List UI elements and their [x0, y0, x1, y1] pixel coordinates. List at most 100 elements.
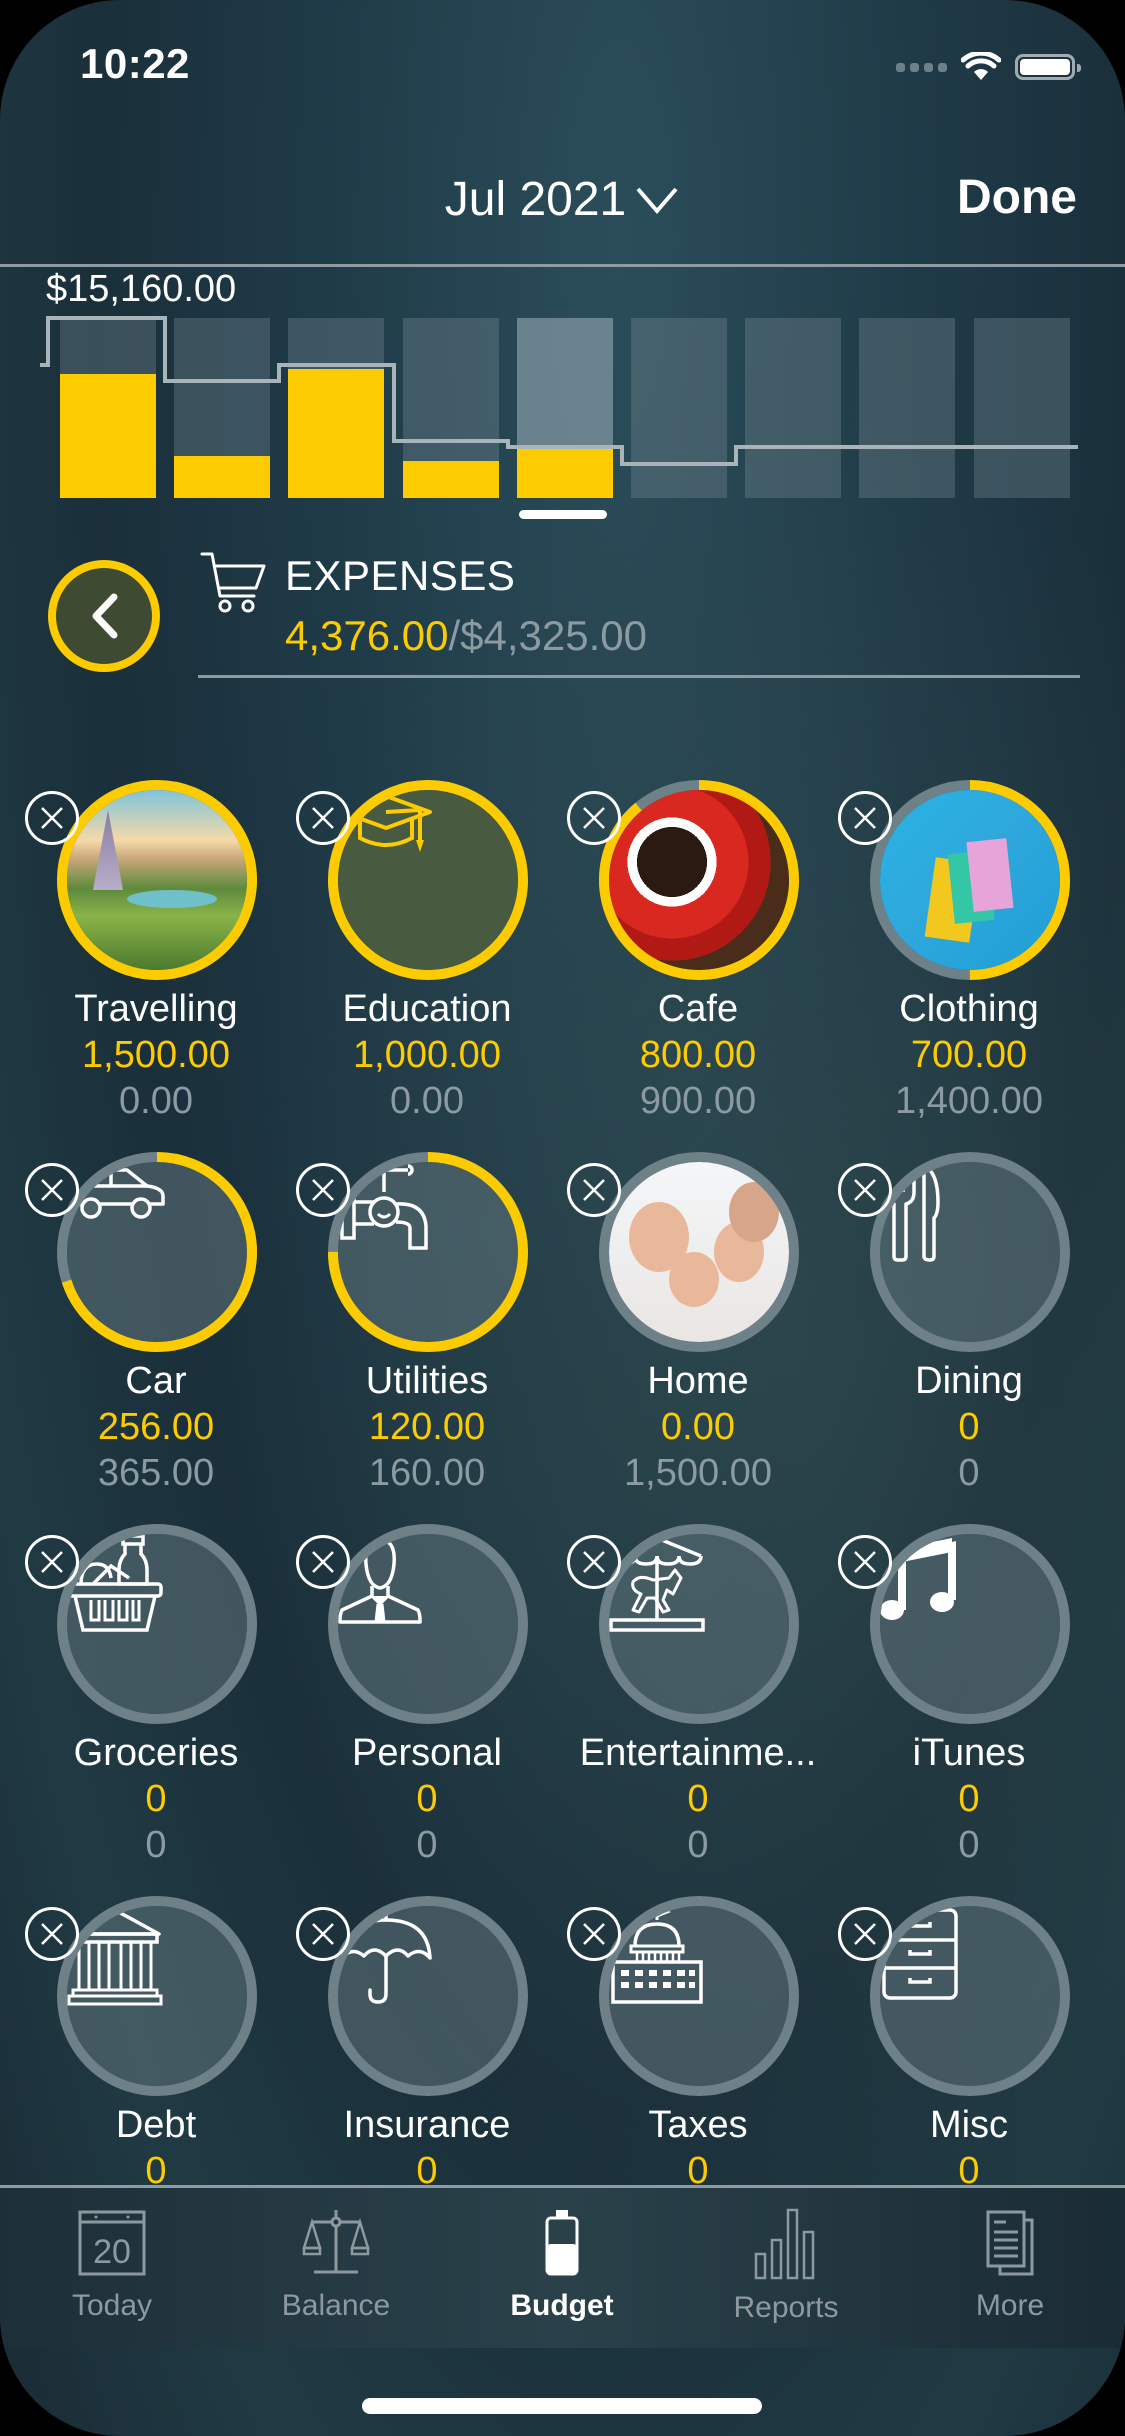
- budget-category-item[interactable]: Groceries 0 0: [0, 1524, 272, 1896]
- chart-bar-spent: [288, 369, 385, 498]
- home-indicator[interactable]: [362, 2398, 762, 2414]
- category-name: Education: [342, 988, 512, 1030]
- close-icon: [312, 1551, 334, 1573]
- close-icon: [854, 807, 876, 829]
- delete-button[interactable]: [567, 1163, 621, 1217]
- budget-category-item[interactable]: Utilities 120.00 160.00: [271, 1152, 543, 1524]
- budget-step-start: [40, 362, 50, 367]
- back-button[interactable]: [48, 560, 160, 672]
- category-icon-circle: [67, 1162, 247, 1342]
- progress-ring[interactable]: [599, 1524, 799, 1724]
- budget-step-segment: [48, 316, 166, 320]
- delete-button[interactable]: [838, 1163, 892, 1217]
- category-budget-value: 0: [416, 1824, 438, 1866]
- progress-ring[interactable]: [599, 1152, 799, 1352]
- progress-ring[interactable]: [57, 1524, 257, 1724]
- budget-category-item[interactable]: Debt 0: [0, 1896, 272, 2185]
- budget-category-item[interactable]: Taxes 0: [542, 1896, 814, 2185]
- delete-button[interactable]: [296, 1535, 350, 1589]
- budget-category-item[interactable]: Cafe 800.00 900.00: [542, 780, 814, 1152]
- done-button[interactable]: Done: [957, 170, 1077, 225]
- budget-step-segment: [393, 439, 508, 443]
- category-spent-value: 0: [145, 1778, 167, 1820]
- app-screen: 10:22 Jul 2021 Done $15,160.00 EXPENSES …: [0, 0, 1125, 2436]
- delete-button[interactable]: [567, 1535, 621, 1589]
- category-name: Travelling: [74, 988, 238, 1030]
- scale-icon: [302, 2210, 370, 2274]
- budget-category-item[interactable]: Home 0.00 1,500.00: [542, 1152, 814, 1524]
- category-budget-value: 0.00: [119, 1080, 193, 1122]
- delete-button[interactable]: [25, 1535, 79, 1589]
- budget-category-item[interactable]: Car 256.00 365.00: [0, 1152, 272, 1524]
- cart-icon: [200, 552, 266, 613]
- budget-category-item[interactable]: Travelling 1,500.00 0.00: [0, 780, 272, 1152]
- progress-ring[interactable]: [328, 780, 528, 980]
- chart-bar-track[interactable]: [631, 318, 727, 498]
- tab-more[interactable]: More: [930, 2208, 1090, 2323]
- budget-category-item[interactable]: Personal 0 0: [271, 1524, 543, 1896]
- category-divider: [198, 675, 1080, 678]
- progress-ring[interactable]: [57, 1152, 257, 1352]
- delete-button[interactable]: [25, 1163, 79, 1217]
- delete-button[interactable]: [567, 1907, 621, 1961]
- progress-ring[interactable]: [870, 1152, 1070, 1352]
- budget-history-chart[interactable]: [0, 300, 1125, 530]
- budget-category-item[interactable]: Clothing 700.00 1,400.00: [813, 780, 1085, 1152]
- category-name: Taxes: [648, 2104, 748, 2146]
- category-name: Debt: [115, 2104, 197, 2146]
- delete-button[interactable]: [25, 791, 79, 845]
- budget-step-riser: [391, 362, 396, 443]
- tab-reports[interactable]: Reports: [706, 2208, 866, 2325]
- progress-ring[interactable]: [328, 1524, 528, 1724]
- cellular-signal-icon: [896, 62, 947, 72]
- category-budget-value: 0: [958, 1452, 980, 1494]
- delete-button[interactable]: [296, 1163, 350, 1217]
- category-icon-circle: [609, 1162, 789, 1342]
- budget-category-item[interactable]: Insurance 0: [271, 1896, 543, 2185]
- delete-button[interactable]: [567, 791, 621, 845]
- budget-category-item[interactable]: Dining 0 0: [813, 1152, 1085, 1524]
- chart-bar-track[interactable]: [973, 318, 1070, 498]
- tab-label: Reports: [733, 2291, 839, 2324]
- budget-category-item[interactable]: Education 1,000.00 0.00: [271, 780, 543, 1152]
- delete-button[interactable]: [296, 791, 350, 845]
- tab-balance[interactable]: Balance: [256, 2208, 416, 2323]
- delete-button[interactable]: [838, 1907, 892, 1961]
- progress-ring[interactable]: [328, 1896, 528, 2096]
- delete-button[interactable]: [838, 791, 892, 845]
- category-icon-circle: [880, 1534, 1060, 1714]
- progress-ring[interactable]: [870, 780, 1070, 980]
- tab-budget[interactable]: Budget: [482, 2208, 642, 2323]
- category-name: Cafe: [657, 988, 739, 1030]
- budget-category-item[interactable]: iTunes 0 0: [813, 1524, 1085, 1896]
- bar-chart-icon: [754, 2208, 815, 2280]
- subcategory-grid: Travelling 1,500.00 0.00 Education 1,000…: [0, 780, 1125, 2185]
- month-picker[interactable]: Jul 2021: [445, 172, 680, 227]
- delete-button[interactable]: [838, 1535, 892, 1589]
- category-budget-value: 0: [958, 1824, 980, 1866]
- progress-ring[interactable]: [57, 780, 257, 980]
- progress-ring[interactable]: [870, 1524, 1070, 1724]
- category-spent-value: 0: [687, 2150, 709, 2185]
- nav-bar: Jul 2021 Done: [0, 160, 1125, 250]
- delete-button[interactable]: [296, 1907, 350, 1961]
- progress-ring[interactable]: [599, 1896, 799, 2096]
- progress-ring[interactable]: [328, 1152, 528, 1352]
- chart-bar-track[interactable]: [859, 318, 956, 498]
- tab-today[interactable]: 20 Today: [32, 2208, 192, 2323]
- budget-step-riser: [163, 316, 168, 383]
- category-budget-value: 160.00: [368, 1452, 486, 1494]
- budget-category-item[interactable]: Entertainme... 0 0: [542, 1524, 816, 1896]
- budget-step-riser: [277, 362, 282, 383]
- chart-bar-track[interactable]: [745, 318, 842, 498]
- budget-category-item[interactable]: Misc 0: [813, 1896, 1085, 2185]
- delete-button[interactable]: [25, 1907, 79, 1961]
- progress-ring[interactable]: [57, 1896, 257, 2096]
- shopping-bags-photo: [880, 790, 1060, 970]
- status-time: 10:22: [80, 40, 190, 87]
- progress-ring[interactable]: [870, 1896, 1070, 2096]
- category-name: Utilities: [365, 1360, 489, 1402]
- progress-ring[interactable]: [599, 780, 799, 980]
- category-name: Personal: [352, 1732, 502, 1774]
- budget-step-riser: [962, 444, 967, 449]
